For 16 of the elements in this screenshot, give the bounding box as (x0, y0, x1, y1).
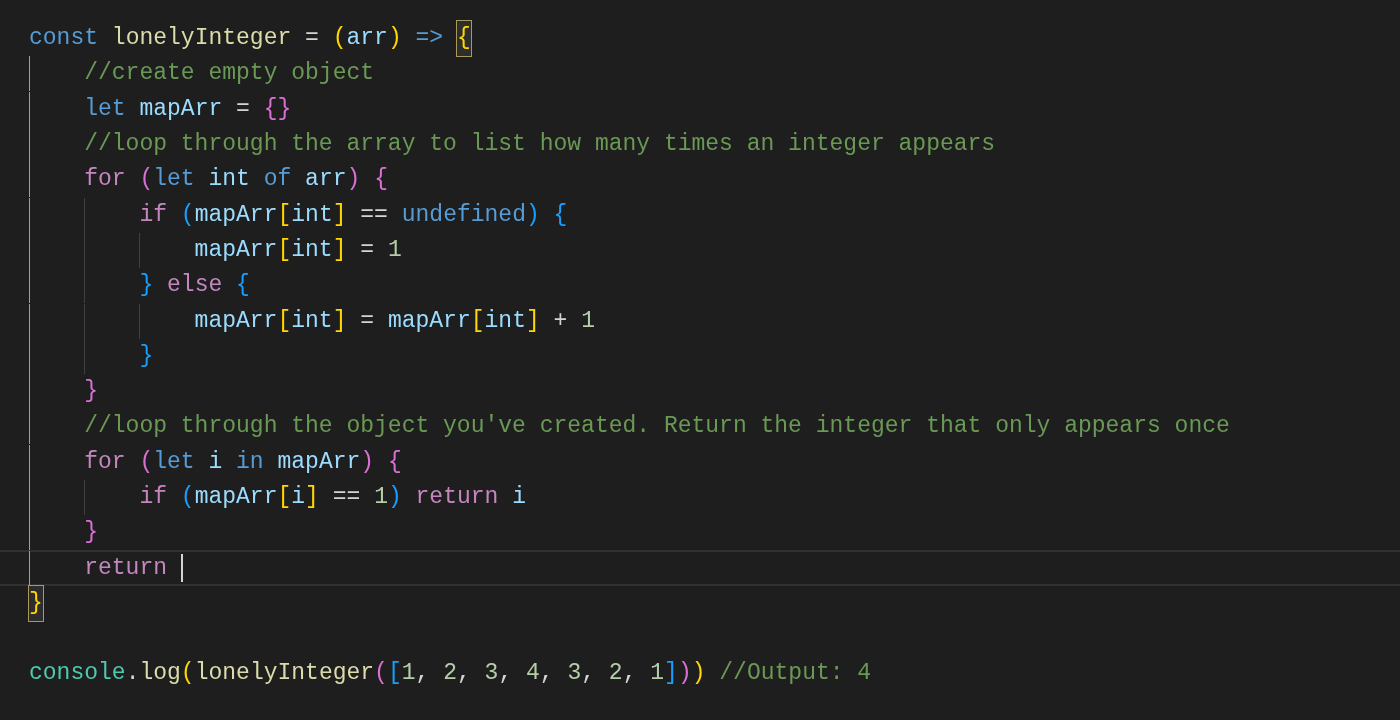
code-line: mapArr[int] = mapArr[int] + 1 (29, 303, 595, 339)
code-line: mapArr[int] = 1 (29, 232, 402, 269)
code-line: let mapArr = {} (29, 91, 292, 127)
code-line: if (mapArr[int] == undefined) { (29, 197, 568, 233)
code-line: } (29, 373, 98, 410)
code-line: console.log(lonelyInteger([1, 2, 3, 4, 3, 2, 1])) //Output: 4 (29, 659, 872, 689)
code-line: //loop through the array to list how many times an integer appears (29, 126, 996, 163)
code-line: //create empty object (29, 56, 375, 92)
code-line: if (mapArr[i] == 1) return i (29, 479, 526, 516)
code-line: } else { (29, 268, 250, 304)
code-line: for (let int of arr) { (29, 162, 388, 198)
code-line: for (let i in mapArr) { (29, 444, 402, 480)
code-line: } (29, 515, 98, 551)
code-line: } (29, 338, 154, 374)
code-line: //loop through the object you've created. Return the integer that only appears once (29, 409, 1230, 445)
code-line: const lonelyInteger = (arr) => { (29, 21, 471, 57)
